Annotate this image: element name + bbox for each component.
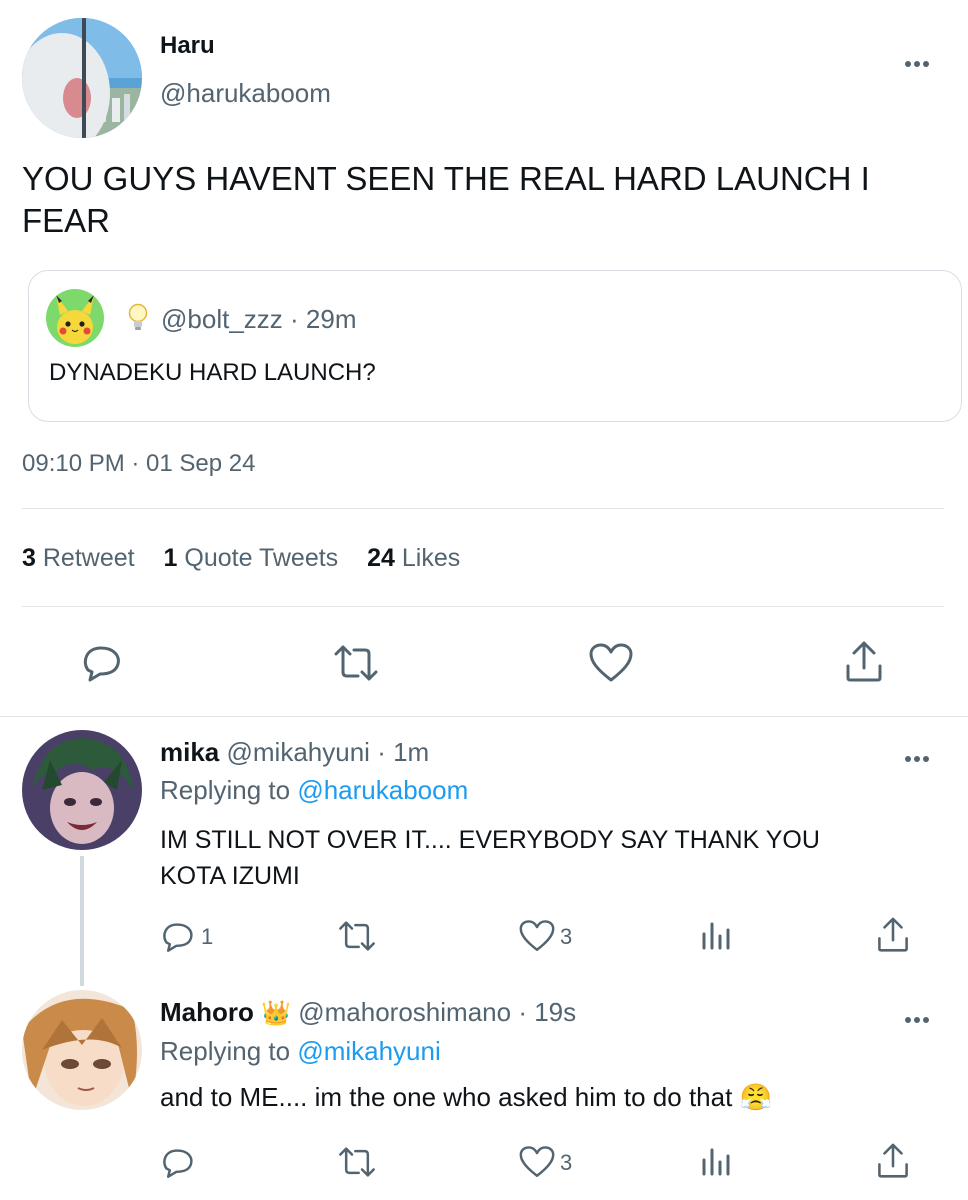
reply-icon[interactable]: [160, 1145, 196, 1179]
author-handle[interactable]: @harukaboom: [160, 78, 331, 109]
heart-icon[interactable]: [588, 642, 634, 684]
meta-separator: ·: [377, 737, 386, 767]
reply-header: Mahoro 👑 @mahoroshimano · 19s: [160, 997, 576, 1028]
replying-to: Replying to @mikahyuni: [160, 1036, 441, 1067]
replying-to-handle[interactable]: @mikahyuni: [297, 1036, 440, 1066]
likes-count: 24: [367, 544, 395, 572]
retweets-label: Retweet: [42, 544, 135, 572]
reply-text: and to ME.... im the one who asked him t…: [160, 1082, 772, 1113]
heart-icon[interactable]: [518, 1145, 556, 1179]
reply-text-body: and to ME.... im the one who asked him t…: [160, 1082, 733, 1112]
replying-to-label: Replying to: [160, 775, 291, 805]
quotes-label: Quote Tweets: [184, 544, 339, 572]
reply-time[interactable]: 19s: [534, 997, 576, 1027]
like-count: 3: [560, 924, 573, 949]
share-icon[interactable]: [876, 916, 910, 954]
divider: [0, 716, 968, 717]
reply-text-line: KOTA IZUMI: [160, 862, 300, 890]
reply-text-line: IM STILL NOT OVER IT.... EVERYBODY SAY T…: [160, 826, 820, 854]
quoted-meta: @bolt_zzz · 29m: [161, 304, 357, 335]
retweets-count: 3: [22, 544, 36, 572]
reply-author-handle[interactable]: @mahoroshimano: [298, 997, 511, 1027]
likes-stat[interactable]: 24 Likes: [367, 544, 460, 572]
reply-avatar[interactable]: [22, 990, 142, 1110]
quotes-count: 1: [163, 544, 178, 572]
replying-to-label: Replying to: [160, 1036, 291, 1066]
more-options-icon[interactable]: [903, 1010, 930, 1028]
heart-icon[interactable]: [518, 919, 556, 953]
huffing-face-emoji: 😤: [739, 1082, 772, 1112]
tweet-text-line: FEAR: [22, 202, 111, 239]
reply-avatar[interactable]: [22, 730, 142, 850]
quoted-tweet-card[interactable]: @bolt_zzz · 29m DYNADEKU HARD LAUNCH?: [28, 270, 962, 422]
likes-label: Likes: [401, 544, 461, 572]
quoted-time[interactable]: 29m: [306, 304, 357, 334]
tweet-text: YOU GUYS HAVENT SEEN THE REAL HARD LAUNC…: [22, 158, 870, 242]
reply-icon[interactable]: [160, 919, 196, 953]
reply-header: mika @mikahyuni · 1m: [160, 737, 429, 768]
reply-author-name[interactable]: Mahoro: [160, 997, 254, 1027]
replying-to-handle[interactable]: @harukaboom: [297, 775, 468, 805]
quoted-avatar[interactable]: [46, 289, 104, 347]
retweet-icon[interactable]: [337, 1146, 377, 1178]
share-icon[interactable]: [876, 1142, 910, 1180]
share-icon[interactable]: [844, 640, 884, 684]
analytics-icon[interactable]: [700, 918, 732, 952]
quote-stat[interactable]: 1 Quote Tweets: [164, 544, 346, 572]
retweet-icon[interactable]: [337, 920, 377, 952]
author-avatar[interactable]: [22, 18, 142, 138]
author-name[interactable]: Haru: [160, 32, 215, 60]
divider: [22, 508, 944, 509]
reply-time[interactable]: 1m: [393, 737, 429, 767]
tweet-text-line: YOU GUYS HAVENT SEEN THE REAL HARD LAUNC…: [22, 160, 870, 197]
meta-separator: ·: [290, 304, 299, 334]
meta-separator: ·: [518, 997, 527, 1027]
reply-text: IM STILL NOT OVER IT.... EVERYBODY SAY T…: [160, 822, 820, 894]
analytics-icon[interactable]: [700, 1144, 732, 1178]
retweet-stat[interactable]: 3 Retweet: [22, 544, 142, 572]
crown-badge-icon: 👑: [261, 1000, 292, 1027]
reply-count: 1: [201, 924, 214, 949]
reply-author-name[interactable]: mika: [160, 737, 219, 767]
reply-icon[interactable]: [80, 642, 124, 682]
like-count: 3: [560, 1150, 573, 1175]
lightbulb-icon: [127, 303, 149, 333]
thread-line: [80, 856, 84, 986]
replying-to: Replying to @harukaboom: [160, 775, 468, 806]
reply-author-handle[interactable]: @mikahyuni: [227, 737, 370, 767]
quoted-text: DYNADEKU HARD LAUNCH?: [49, 359, 376, 386]
more-options-icon[interactable]: [903, 54, 930, 72]
divider: [22, 606, 944, 607]
quoted-handle[interactable]: @bolt_zzz: [161, 304, 283, 334]
more-options-icon[interactable]: [903, 749, 930, 767]
tweet-stats: 3 Retweet 1 Quote Tweets 24 Likes: [22, 544, 460, 573]
retweet-icon[interactable]: [332, 644, 380, 682]
tweet-timestamp[interactable]: 09:10 PM · 01 Sep 24: [22, 450, 255, 478]
